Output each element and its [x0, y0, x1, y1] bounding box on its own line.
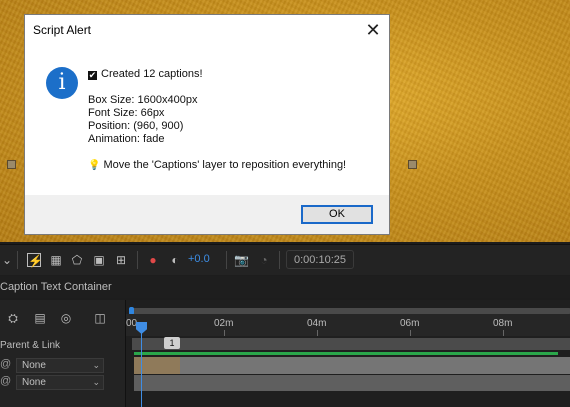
layer-bar[interactable] — [134, 357, 570, 374]
ruler-label: 04m — [307, 318, 327, 329]
camera-icon[interactable]: 📷 — [234, 253, 249, 267]
frame-blending-icon[interactable]: ▤ — [32, 310, 48, 326]
time-graph: 00 02m 04m 06m 08m — [125, 300, 570, 407]
fast-previews-icon[interactable]: ⚡ — [27, 253, 43, 268]
created-text: Created 12 captions! — [101, 68, 203, 80]
comp-marker[interactable]: 1 — [164, 337, 180, 349]
timeline-toolbar: ⌄ ⚡ ▦ ⬠ ▣ ⊞ ● ◐ +0.0 📷 ◔ 0:00:10:25 — [0, 244, 570, 275]
pick-whip-icon[interactable]: @ — [0, 375, 11, 387]
work-area-bar[interactable] — [132, 338, 570, 350]
mask-path-icon[interactable]: ⬠ — [70, 253, 84, 267]
playhead-line[interactable] — [141, 324, 142, 407]
animation-text: Animation: fade — [88, 133, 165, 145]
layer-bar[interactable] — [134, 375, 570, 391]
reset-exposure-icon[interactable]: ◐ — [168, 253, 182, 267]
rendered-work-area — [134, 352, 558, 355]
chevron-down-icon: ⌄ — [92, 377, 100, 387]
parent-value: None — [22, 360, 46, 371]
chevron-down-icon: ⌄ — [92, 360, 100, 370]
shy-layers-icon[interactable]: ⛭ — [5, 310, 21, 326]
ruler-label: 00 — [126, 318, 138, 329]
transform-handle-right[interactable] — [408, 160, 417, 169]
toolbar-divider — [226, 251, 227, 269]
ruler-tick — [317, 330, 318, 336]
parent-select[interactable]: None ⌄ — [16, 375, 104, 390]
parent-row: @ None ⌄ — [0, 374, 125, 391]
toolbar-divider — [17, 251, 18, 269]
show-snapshot-icon[interactable]: ◔ — [257, 253, 271, 267]
chevron-down-icon[interactable]: ⌄ — [0, 253, 14, 267]
rgb-channels-icon[interactable]: ● — [146, 253, 160, 267]
checkbox-icon: ✔ — [88, 70, 97, 80]
tip-text: Move the 'Captions' layer to reposition … — [103, 159, 347, 171]
region-of-interest-icon[interactable]: ▣ — [92, 253, 106, 267]
pick-whip-icon[interactable]: @ — [0, 358, 11, 370]
ruler-label: 02m — [214, 318, 234, 329]
box-size-text: Box Size: 1600x400px — [88, 94, 198, 106]
timeline-tab[interactable]: Caption Text Container — [0, 276, 570, 298]
transparency-grid-icon[interactable]: ▦ — [49, 253, 63, 267]
ruler-label: 08m — [493, 318, 513, 329]
position-text: Position: (960, 900) — [88, 120, 184, 132]
toolbar-divider — [279, 251, 280, 269]
graph-editor-icon[interactable]: ◫ — [92, 310, 108, 326]
ruler-label: 06m — [400, 318, 420, 329]
motion-blur-icon[interactable]: ◎ — [58, 310, 74, 326]
ruler-tick — [410, 330, 411, 336]
created-message: ✔ Created 12 captions! — [88, 68, 203, 80]
info-icon: i — [46, 67, 78, 99]
close-icon[interactable]: ✕ — [363, 20, 383, 40]
dialog-footer: OK — [25, 195, 389, 234]
transform-handle-left[interactable] — [7, 160, 16, 169]
current-time-display[interactable]: 0:00:10:25 — [286, 250, 354, 269]
exposure-value[interactable]: +0.0 — [188, 253, 210, 265]
dialog-titlebar: Script Alert ✕ — [25, 15, 389, 45]
toggle-guides-icon[interactable]: ⊞ — [114, 253, 128, 267]
comp-name: Caption Text Container — [0, 281, 112, 293]
font-size-text: Font Size: 66px — [88, 107, 165, 119]
parent-select[interactable]: None ⌄ — [16, 358, 104, 373]
toolbar-divider — [137, 251, 138, 269]
dialog-body: i ✔ Created 12 captions! Box Size: 1600x4… — [25, 45, 389, 195]
ruler-tick — [224, 330, 225, 336]
parent-row: @ None ⌄ — [0, 357, 125, 374]
ruler-tick — [503, 330, 504, 336]
parent-value: None — [22, 377, 46, 388]
tip-message: 💡 Move the 'Captions' layer to reposition… — [88, 159, 346, 171]
time-ruler[interactable]: 00 02m 04m 06m 08m — [126, 314, 570, 336]
script-alert-dialog: Script Alert ✕ i ✔ Created 12 captions! B… — [24, 14, 390, 235]
dialog-title: Script Alert — [33, 23, 92, 37]
parent-link-header: Parent & Link — [0, 340, 61, 351]
ok-button[interactable]: OK — [301, 205, 373, 224]
lightbulb-icon: 💡 — [88, 160, 101, 171]
